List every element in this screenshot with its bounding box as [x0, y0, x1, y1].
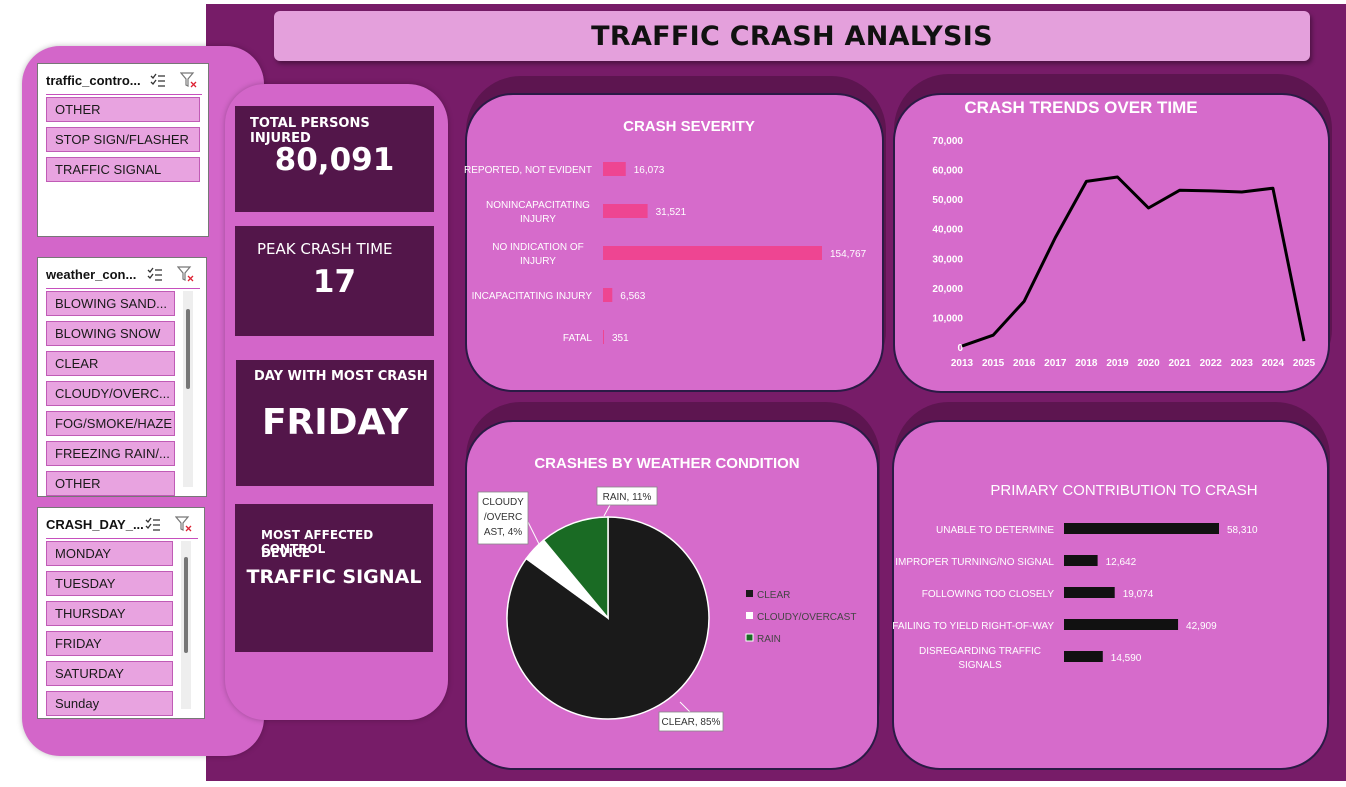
y-tick-label: 40,000	[932, 225, 963, 236]
callout-leader	[603, 504, 611, 517]
bar-severity	[603, 204, 648, 218]
y-tick-label: 60,000	[932, 166, 963, 177]
category-label: UNABLE TO DETERMINE	[936, 525, 1054, 536]
category-label: INCAPACITATING INJURY	[472, 291, 593, 302]
category-label: IMPROPER TURNING/NO SIGNAL	[895, 557, 1054, 568]
bar-contribution	[1064, 651, 1103, 662]
y-tick-label: 30,000	[932, 254, 963, 265]
bar-severity	[603, 162, 626, 176]
data-label: 12,642	[1106, 557, 1137, 568]
x-tick-label: 2019	[1106, 358, 1129, 369]
x-tick-label: 2020	[1137, 358, 1160, 369]
legend-label: CLOUDY/OVERCAST	[757, 612, 856, 623]
bar-severity	[603, 246, 822, 260]
category-label: REPORTED, NOT EVIDENT	[464, 165, 592, 176]
data-label: 58,310	[1227, 525, 1258, 536]
category-label: FAILING TO YIELD RIGHT-OF-WAY	[892, 621, 1054, 632]
pie-data-label: RAIN, 11%	[603, 492, 652, 503]
callout-leader	[679, 701, 691, 713]
callout-leader	[527, 521, 541, 547]
legend-marker	[746, 590, 753, 597]
category-label: FOLLOWING TOO CLOSELY	[922, 589, 1055, 600]
pie-data-label: /OVERC	[484, 512, 522, 523]
x-tick-label: 2022	[1200, 358, 1223, 369]
category-label: NO INDICATION OF	[492, 242, 583, 253]
x-tick-label: 2021	[1169, 358, 1192, 369]
data-label: 351	[612, 333, 629, 344]
bar-severity	[603, 330, 604, 344]
x-tick-label: 2018	[1075, 358, 1098, 369]
data-label: 42,909	[1186, 621, 1217, 632]
pie-data-label: CLOUDY	[482, 497, 524, 508]
charts-layer: CRASH SEVERITY 16,073 REPORTED, NOT EVIDE…	[464, 98, 1316, 732]
chart-title-contribution: PRIMARY CONTRIBUTION TO CRASH	[990, 482, 1257, 499]
legend-label: CLEAR	[757, 590, 790, 601]
legend-label: RAIN	[757, 634, 781, 645]
chart-title-crash-severity: CRASH SEVERITY	[623, 118, 755, 135]
chart-title-crash-trends: CRASH TRENDS OVER TIME	[964, 98, 1197, 117]
x-tick-label: 2016	[1013, 358, 1036, 369]
data-label: 154,767	[830, 249, 867, 260]
bar-contribution	[1064, 555, 1098, 566]
bar-contribution	[1064, 587, 1115, 598]
y-tick-label: 20,000	[932, 284, 963, 295]
data-label: 31,521	[656, 207, 687, 218]
data-label: 19,074	[1123, 589, 1154, 600]
category-label: NONINCAPACITATING	[486, 200, 590, 211]
bar-contribution	[1064, 619, 1179, 630]
trend-line	[961, 175, 1306, 348]
data-label: 16,073	[634, 165, 665, 176]
bar-contribution	[1064, 523, 1219, 534]
category-label: SIGNALS	[958, 660, 1002, 671]
data-label: 14,590	[1111, 653, 1142, 664]
category-label: DISREGARDING TRAFFIC	[919, 646, 1041, 657]
pie-data-label: AST, 4%	[484, 527, 522, 538]
data-label: 6,563	[620, 291, 645, 302]
legend-marker	[745, 633, 754, 642]
chart-title-weather: CRASHES BY WEATHER CONDITION	[534, 455, 799, 472]
category-label: INJURY	[520, 214, 556, 225]
category-label: FATAL	[563, 333, 593, 344]
legend-marker	[746, 612, 753, 619]
y-tick-label: 70,000	[932, 136, 963, 147]
bar-severity	[603, 288, 613, 302]
y-tick-label: 10,000	[932, 313, 963, 324]
y-tick-label: 50,000	[932, 195, 963, 206]
x-tick-label: 2017	[1044, 358, 1067, 369]
x-tick-label: 2025	[1293, 358, 1316, 369]
x-tick-label: 2024	[1262, 358, 1285, 369]
x-tick-label: 2023	[1231, 358, 1254, 369]
x-tick-label: 2015	[982, 358, 1005, 369]
category-label: INJURY	[520, 256, 556, 267]
pie-data-label: CLEAR, 85%	[662, 717, 721, 728]
x-tick-label: 2013	[951, 358, 974, 369]
